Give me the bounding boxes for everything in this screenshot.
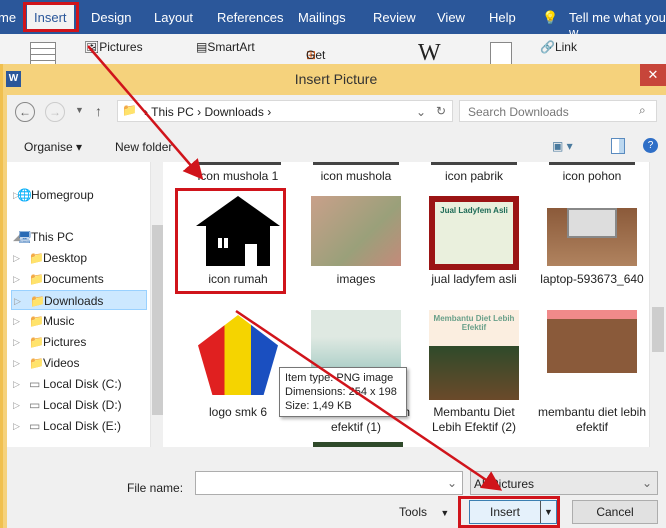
annotation-arrow-2 (235, 309, 503, 491)
annotation-arrows (87, 45, 503, 491)
annotation-arrow-1 (87, 45, 204, 180)
